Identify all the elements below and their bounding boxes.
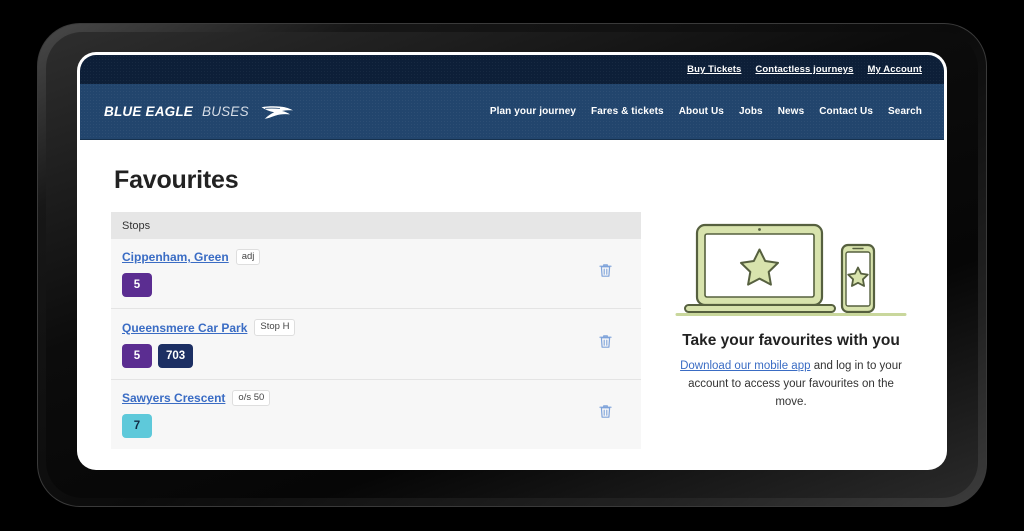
stop-name-link[interactable]: Cippenham, Green bbox=[122, 250, 229, 264]
table-row: Sawyers Crescent o/s 50 7 bbox=[111, 379, 641, 450]
browser-viewport: Buy Tickets Contactless journeys My Acco… bbox=[80, 55, 944, 467]
screenshot-root: Buy Tickets Contactless journeys My Acco… bbox=[0, 0, 1024, 531]
stop-name-link[interactable]: Sawyers Crescent bbox=[122, 391, 225, 405]
nav-link-jobs[interactable]: Jobs bbox=[739, 106, 763, 117]
stop-location-tag: Stop H bbox=[254, 319, 296, 336]
favourite-stop-details: Sawyers Crescent o/s 50 7 bbox=[122, 389, 592, 439]
logo-primary-text: BLUE EAGLE bbox=[104, 104, 194, 119]
nav-link-news[interactable]: News bbox=[778, 106, 805, 117]
stop-title-line: Cippenham, Green adj bbox=[122, 249, 592, 266]
site-header: BLUE EAGLE BUSES Plan your journey Fares… bbox=[80, 84, 944, 140]
nav-link-search[interactable]: Search bbox=[888, 106, 922, 117]
route-badge[interactable]: 5 bbox=[122, 343, 152, 368]
stop-location-tag: adj bbox=[235, 249, 261, 266]
favourite-stop-details: Cippenham, Green adj 5 bbox=[122, 249, 592, 298]
trash-icon bbox=[598, 334, 612, 354]
stop-title-line: Queensmere Car Park Stop H bbox=[122, 319, 592, 336]
topbar-link-contactless-journeys[interactable]: Contactless journeys bbox=[755, 64, 853, 75]
stop-location-tag: o/s 50 bbox=[232, 389, 271, 407]
nav-link-about-us[interactable]: About Us bbox=[679, 106, 724, 117]
column-header-stops: Stops bbox=[122, 219, 151, 232]
download-mobile-app-link[interactable]: Download our mobile app bbox=[680, 360, 810, 372]
stop-title-line: Sawyers Crescent o/s 50 bbox=[122, 389, 592, 407]
table-row: Cippenham, Green adj 5 bbox=[111, 239, 641, 310]
route-badge[interactable]: 5 bbox=[122, 273, 152, 298]
nav-link-fares-and-tickets[interactable]: Fares & tickets bbox=[591, 106, 664, 117]
site-logo[interactable]: BLUE EAGLE BUSES bbox=[104, 104, 294, 120]
table-row: Queensmere Car Park Stop H 5 703 bbox=[111, 309, 641, 380]
stop-name-link[interactable]: Queensmere Car Park bbox=[122, 321, 247, 335]
topbar-link-my-account[interactable]: My Account bbox=[868, 64, 922, 75]
eagle-wing-icon bbox=[260, 104, 294, 120]
route-badge-list: 7 bbox=[122, 414, 592, 439]
mobile-app-promo: Take your favourites with you Download o… bbox=[641, 212, 919, 411]
route-badge[interactable]: 7 bbox=[122, 414, 152, 439]
logo-secondary-text: BUSES bbox=[202, 104, 249, 119]
favourite-stop-details: Queensmere Car Park Stop H 5 703 bbox=[122, 319, 592, 368]
route-badge-list: 5 703 bbox=[122, 343, 592, 368]
laptop-and-phone-with-star-icon bbox=[675, 215, 907, 319]
page-title: Favourites bbox=[114, 166, 239, 194]
route-badge-list: 5 bbox=[122, 273, 592, 298]
favourites-table-header: Stops bbox=[111, 212, 641, 239]
page-content: Favourites Stops Cippenham, Green adj 5 … bbox=[80, 140, 944, 467]
promo-body: Download our mobile app and log in to yo… bbox=[675, 358, 907, 411]
nav-link-contact-us[interactable]: Contact Us bbox=[819, 106, 873, 117]
topbar-link-buy-tickets[interactable]: Buy Tickets bbox=[687, 64, 741, 75]
nav-link-plan-your-journey[interactable]: Plan your journey bbox=[490, 106, 576, 117]
delete-favourite-button[interactable] bbox=[592, 401, 618, 427]
trash-icon bbox=[598, 263, 612, 283]
primary-navigation: Plan your journey Fares & tickets About … bbox=[490, 106, 922, 117]
trash-icon bbox=[598, 404, 612, 424]
favourites-table: Stops Cippenham, Green adj 5 Queensmere … bbox=[111, 212, 641, 450]
promo-heading: Take your favourites with you bbox=[682, 332, 900, 349]
route-badge[interactable]: 703 bbox=[158, 343, 194, 368]
delete-favourite-button[interactable] bbox=[592, 260, 618, 286]
utility-topbar: Buy Tickets Contactless journeys My Acco… bbox=[80, 55, 944, 84]
content-columns: Stops Cippenham, Green adj 5 Queensmere … bbox=[111, 212, 914, 450]
delete-favourite-button[interactable] bbox=[592, 331, 618, 357]
